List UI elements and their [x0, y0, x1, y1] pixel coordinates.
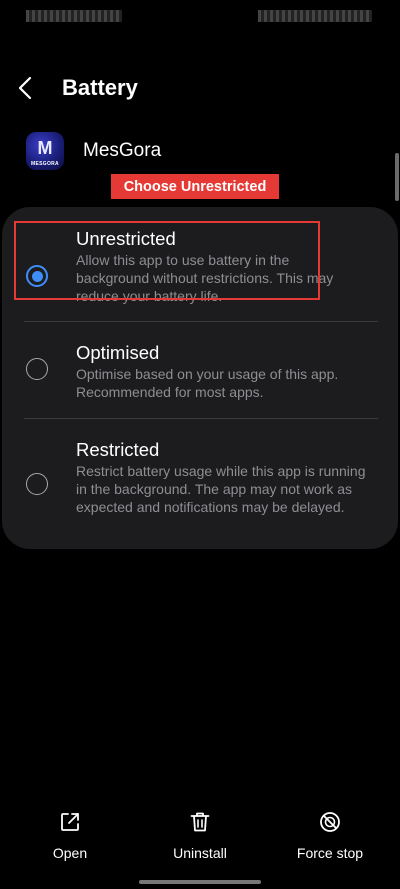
option-description: Allow this app to use battery in the bac… [76, 252, 334, 304]
force-stop-icon [320, 812, 340, 832]
force-stop-label: Force stop [296, 845, 364, 861]
scrollbar[interactable] [395, 153, 399, 201]
open-external-icon [61, 813, 79, 831]
open-label: Open [52, 845, 88, 861]
trash-icon [190, 812, 210, 832]
radio-restricted[interactable] [26, 473, 48, 495]
app-name: MesGora [83, 140, 162, 161]
app-icon: M MESGORA [26, 132, 64, 170]
option-unrestricted[interactable]: Unrestricted Allow this app to use batte… [2, 221, 398, 317]
option-title: Optimised [76, 342, 160, 363]
page-title: Battery [62, 75, 138, 100]
bottom-action-bar: Open Uninstall Force stop [0, 810, 400, 870]
uninstall-button[interactable]: Uninstall [150, 810, 250, 866]
app-info-row: M MESGORA MesGora [26, 132, 161, 170]
option-restricted[interactable]: Restricted Restrict battery usage while … [2, 425, 398, 535]
option-title: Restricted [76, 439, 160, 460]
divider [24, 418, 378, 419]
option-description: Optimise based on your usage of this app… [76, 366, 339, 400]
open-button[interactable]: Open [20, 810, 120, 866]
uninstall-label: Uninstall [173, 845, 227, 861]
radio-unrestricted[interactable] [26, 265, 48, 287]
back-button[interactable] [18, 68, 52, 108]
option-description: Restrict battery usage while this app is… [76, 463, 366, 515]
app-icon-wordmark: MESGORA [31, 161, 59, 167]
force-stop-button[interactable]: Force stop [280, 810, 380, 866]
home-indicator[interactable] [139, 880, 261, 884]
header: Battery [18, 66, 138, 110]
option-optimised[interactable]: Optimised Optimise based on your usage o… [2, 327, 398, 400]
battery-options-card: Unrestricted Allow this app to use batte… [2, 207, 398, 549]
back-arrow-icon [18, 76, 32, 100]
status-bar-left-blurred [26, 10, 122, 22]
app-icon-letter: M [37, 138, 53, 158]
option-title: Unrestricted [76, 228, 176, 249]
status-bar-right-blurred [258, 10, 372, 22]
radio-optimised[interactable] [26, 358, 48, 380]
annotation-label: Choose Unrestricted [111, 174, 279, 199]
divider [24, 321, 378, 322]
